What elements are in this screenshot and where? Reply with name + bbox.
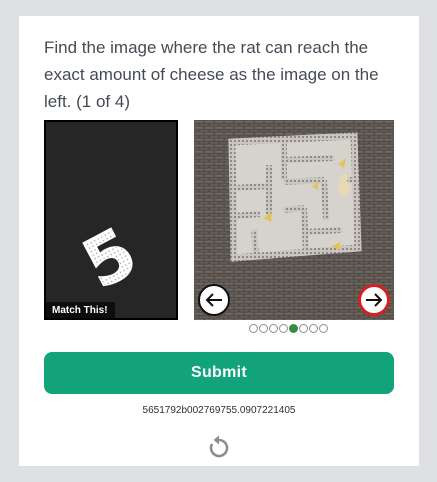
arrow-right-icon: [366, 293, 383, 307]
carousel-dot[interactable]: [259, 324, 268, 333]
next-image-button[interactable]: [358, 284, 390, 316]
previous-image-button[interactable]: [198, 284, 230, 316]
digit-five-image: 5: [70, 213, 150, 306]
carousel-dot[interactable]: [319, 324, 328, 333]
session-id: 5651792b002769755.0907221405: [142, 405, 296, 416]
carousel-dot[interactable]: [279, 324, 288, 333]
carousel-dot[interactable]: [269, 324, 278, 333]
reference-digit: 5: [71, 213, 150, 305]
carousel-dot[interactable]: [299, 324, 308, 333]
submit-button[interactable]: Submit: [44, 352, 394, 394]
reload-icon: [209, 435, 229, 458]
carousel-pagination: [249, 324, 328, 334]
match-this-label: Match This!: [46, 302, 115, 318]
reload-button[interactable]: [207, 435, 231, 459]
captcha-card: Find the image where the rat can reach t…: [19, 16, 419, 466]
carousel-dot[interactable]: [309, 324, 318, 333]
arrow-left-icon: [205, 293, 222, 307]
carousel-dot[interactable]: [249, 324, 258, 333]
instruction-text: Find the image where the rat can reach t…: [44, 38, 379, 111]
carousel-dot[interactable]: [289, 324, 298, 333]
reference-image: 5 Match This!: [44, 120, 178, 320]
carousel-image[interactable]: [194, 120, 394, 320]
